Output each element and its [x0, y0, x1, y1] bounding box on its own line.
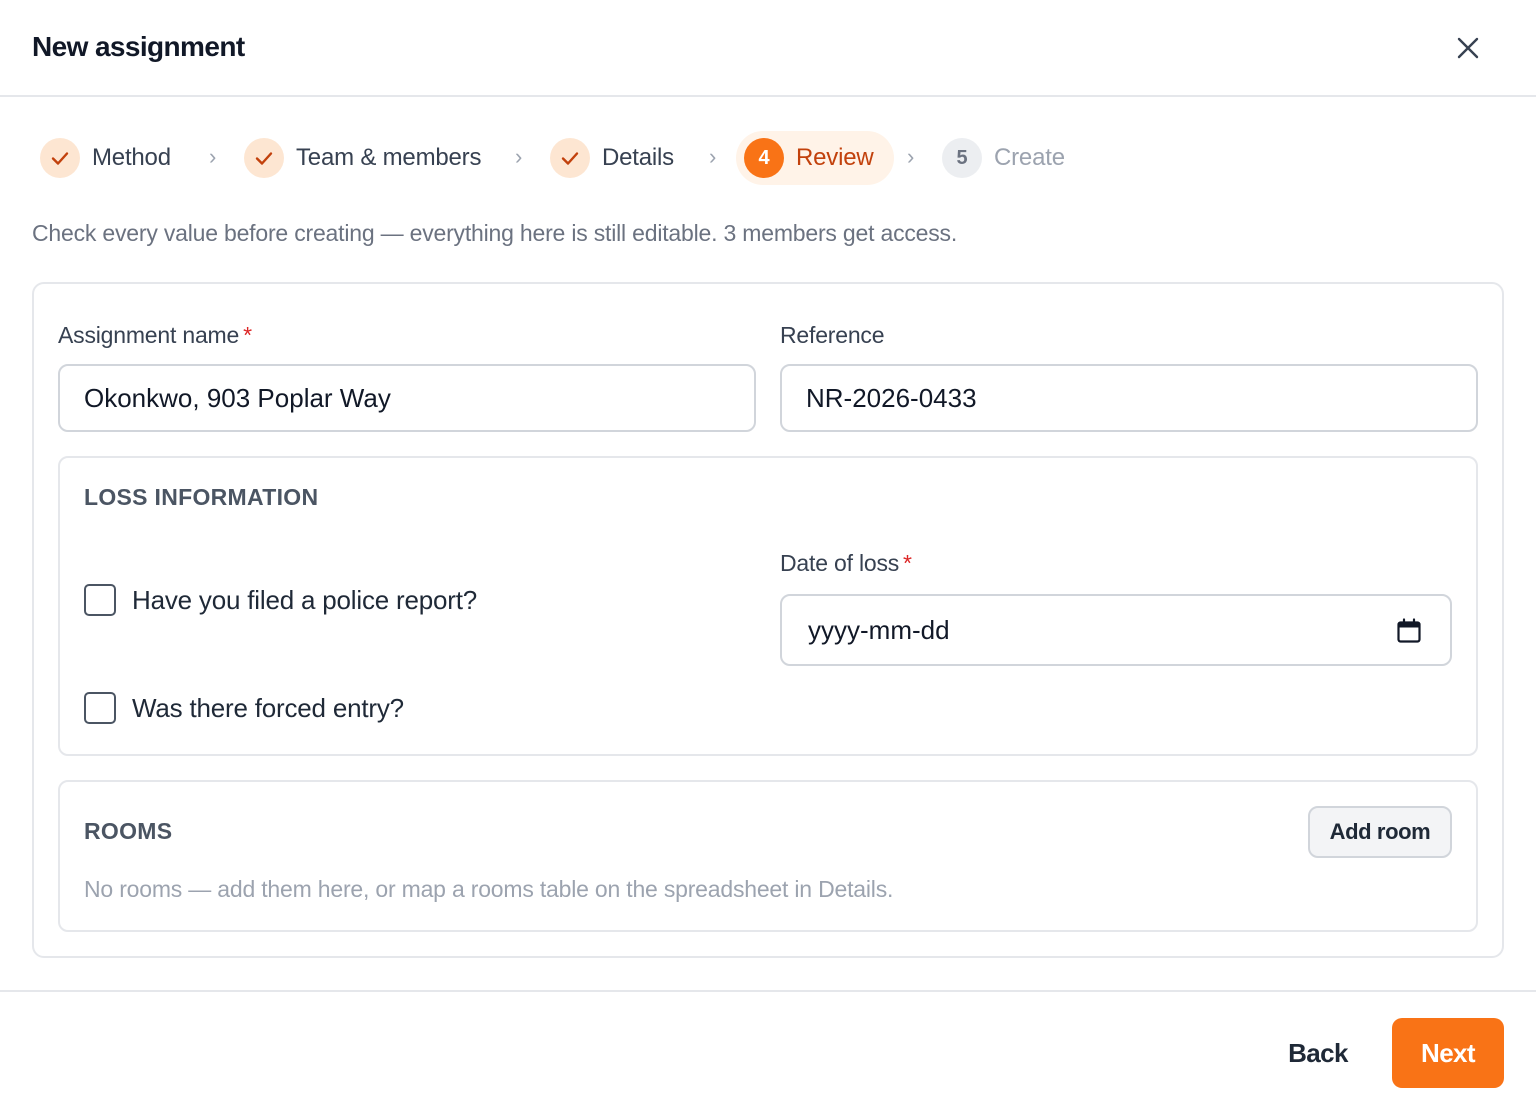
check-icon — [561, 152, 579, 165]
close-icon — [1457, 37, 1479, 59]
step-review[interactable]: 4 Review — [736, 131, 894, 185]
chevron-right-icon: › — [209, 144, 217, 169]
assignment-name-value: Okonkwo, 903 Poplar Way — [84, 382, 391, 413]
next-button[interactable]: Next — [1392, 1018, 1504, 1088]
check-icon — [51, 152, 69, 165]
date-of-loss-input[interactable]: yyyy-mm-dd — [780, 594, 1452, 666]
step-label: Review — [796, 144, 874, 171]
close-button[interactable] — [1446, 26, 1490, 70]
date-of-loss-label-text: Date of loss — [780, 550, 900, 576]
step-details[interactable]: Details — [550, 131, 674, 185]
step-number: 5 — [942, 138, 982, 178]
calendar-icon[interactable] — [1396, 618, 1422, 644]
reference-label: Reference — [780, 322, 885, 348]
loss-information-title: LOSS INFORMATION — [84, 484, 319, 510]
dialog-header: New assignment — [0, 0, 1536, 97]
new-assignment-dialog: New assignment Method › Team & members ›… — [0, 0, 1536, 1112]
step-check-circle — [244, 138, 284, 178]
date-of-loss-label: Date of loss * — [780, 550, 912, 577]
rooms-empty-text: No rooms — add them here, or map a rooms… — [84, 876, 894, 902]
reference-input[interactable]: NR-2026-0433 — [780, 364, 1478, 432]
check-icon — [255, 152, 273, 165]
step-label: Team & members — [296, 144, 482, 171]
step-check-circle — [550, 138, 590, 178]
step-create: 5 Create — [942, 131, 1065, 185]
add-room-button[interactable]: Add room — [1308, 806, 1452, 858]
rooms-section: ROOMS Add room No rooms — add them here,… — [58, 780, 1478, 932]
forced-entry-checkbox-row[interactable]: Was there forced entry? — [84, 692, 404, 724]
police-report-checkbox[interactable] — [84, 584, 116, 616]
police-report-checkbox-row[interactable]: Have you filed a police report? — [84, 584, 477, 616]
step-number: 4 — [744, 138, 784, 178]
step-method[interactable]: Method — [40, 131, 171, 185]
dialog-title: New assignment — [32, 31, 245, 62]
date-placeholder: yyyy-mm-dd — [808, 614, 950, 645]
step-label: Method — [92, 144, 171, 171]
reference-value: NR-2026-0433 — [806, 382, 977, 413]
step-label: Create — [994, 144, 1065, 171]
required-mark: * — [903, 550, 912, 576]
review-panel: Assignment name * Okonkwo, 903 Poplar Way… — [32, 282, 1504, 958]
chevron-right-icon: › — [515, 144, 523, 169]
assignment-name-label-text: Assignment name — [58, 322, 240, 348]
stepper: Method › Team & members › Details › 4 Re… — [0, 131, 1536, 185]
step-team-members[interactable]: Team & members — [244, 131, 481, 185]
dialog-footer: Back Next — [0, 990, 1536, 1112]
police-report-label: Have you filed a police report? — [132, 584, 478, 615]
assignment-name-input[interactable]: Okonkwo, 903 Poplar Way — [58, 364, 756, 432]
step-check-circle — [40, 138, 80, 178]
forced-entry-checkbox[interactable] — [84, 692, 116, 724]
chevron-right-icon: › — [907, 144, 915, 169]
chevron-right-icon: › — [709, 144, 717, 169]
assignment-name-label: Assignment name * — [58, 322, 252, 349]
step-label: Details — [602, 144, 674, 171]
required-mark: * — [243, 322, 252, 348]
rooms-title: ROOMS — [84, 818, 173, 844]
forced-entry-label: Was there forced entry? — [132, 692, 404, 723]
back-button[interactable]: Back — [1270, 1018, 1366, 1088]
review-intro-text: Check every value before creating — ever… — [32, 220, 958, 246]
loss-information-section: LOSS INFORMATION Have you filed a police… — [58, 456, 1478, 756]
